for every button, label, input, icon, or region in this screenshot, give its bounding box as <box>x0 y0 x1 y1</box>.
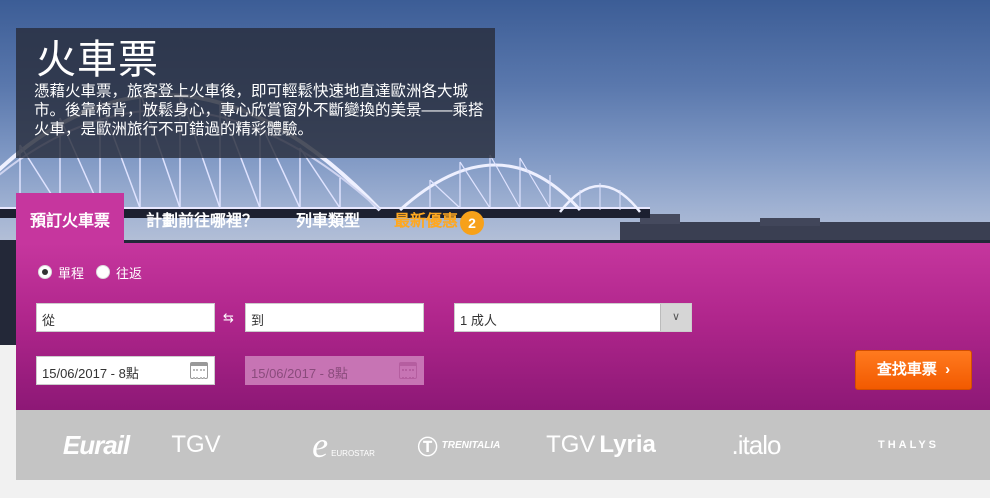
calendar-icon <box>399 362 417 379</box>
operator-logos-bar: Eurail TGV e EUROSTAR Ⓣ TRENITALIA TGV L… <box>16 410 990 480</box>
round-trip-radio[interactable] <box>96 265 111 279</box>
intro-text: 憑藉火車票，旅客登上火車後，即可輕鬆快速地直達歐洲各大城市。後靠椅背，放鬆身心，… <box>34 83 484 138</box>
intro-box: 火車票 憑藉火車票，旅客登上火車後，即可輕鬆快速地直達歐洲各大城市。後靠椅背，放… <box>16 28 495 158</box>
tab-book-tickets[interactable]: 預訂火車票 <box>16 193 125 243</box>
passengers-value: 1 成人 <box>460 313 497 328</box>
deals-count-badge: 2 <box>460 211 484 235</box>
one-way-radio[interactable] <box>38 265 52 279</box>
tab-latest-deals[interactable]: 最新優惠 <box>394 193 458 243</box>
tab-train-types[interactable]: 列車類型 <box>296 193 360 243</box>
tgv-lyria-logo[interactable]: TGV Lyria <box>541 410 661 480</box>
trenitalia-logo[interactable]: Ⓣ TRENITALIA <box>409 410 509 480</box>
to-station-input[interactable]: 到 <box>245 303 424 332</box>
page-title: 火車票 <box>36 38 159 82</box>
train-tickets-page: 火車票 憑藉火車票，旅客登上火車後，即可輕鬆快速地直達歐洲各大城市。後靠椅背，放… <box>0 0 990 498</box>
thalys-logo[interactable]: THALYS <box>851 410 966 480</box>
booking-tabs: 預訂火車票 計劃前往哪裡？ 列車類型 最新優惠 <box>16 193 516 243</box>
trip-type-selector: 單程 往返 <box>38 263 154 281</box>
calendar-icon[interactable] <box>190 362 208 379</box>
return-date-input: 15/06/2017 - 8點 <box>245 356 424 385</box>
eurostar-logo[interactable]: e EUROSTAR <box>286 410 401 480</box>
depart-date-input[interactable]: 15/06/2017 - 8點 <box>36 356 215 385</box>
italo-logo[interactable]: .italo <box>706 410 806 480</box>
from-station-input[interactable]: 從 <box>36 303 215 332</box>
passengers-select[interactable]: 1 成人 ∨ <box>454 303 692 332</box>
chevron-right-icon: › <box>941 361 951 378</box>
search-tickets-label: 查找車票 <box>876 361 937 378</box>
tab-plan-destination[interactable]: 計劃前往哪裡？ <box>146 193 258 243</box>
return-date-value: 15/06/2017 - 8點 <box>251 366 348 381</box>
chevron-down-icon[interactable]: ∨ <box>660 304 691 331</box>
swap-stations-icon[interactable]: ⇆ <box>223 311 239 324</box>
depart-date-value: 15/06/2017 - 8點 <box>42 366 139 381</box>
search-tickets-button[interactable]: 查找車票 › <box>855 350 972 390</box>
one-way-label[interactable]: 單程 <box>58 263 84 282</box>
search-panel: 單程 往返 從 ⇆ 到 1 成人 ∨ 15/06/2017 - 8點 15/06… <box>16 243 990 410</box>
eurail-logo[interactable]: Eurail <box>36 410 156 480</box>
round-trip-label[interactable]: 往返 <box>116 263 142 282</box>
tgv-logo[interactable]: TGV <box>161 410 231 480</box>
